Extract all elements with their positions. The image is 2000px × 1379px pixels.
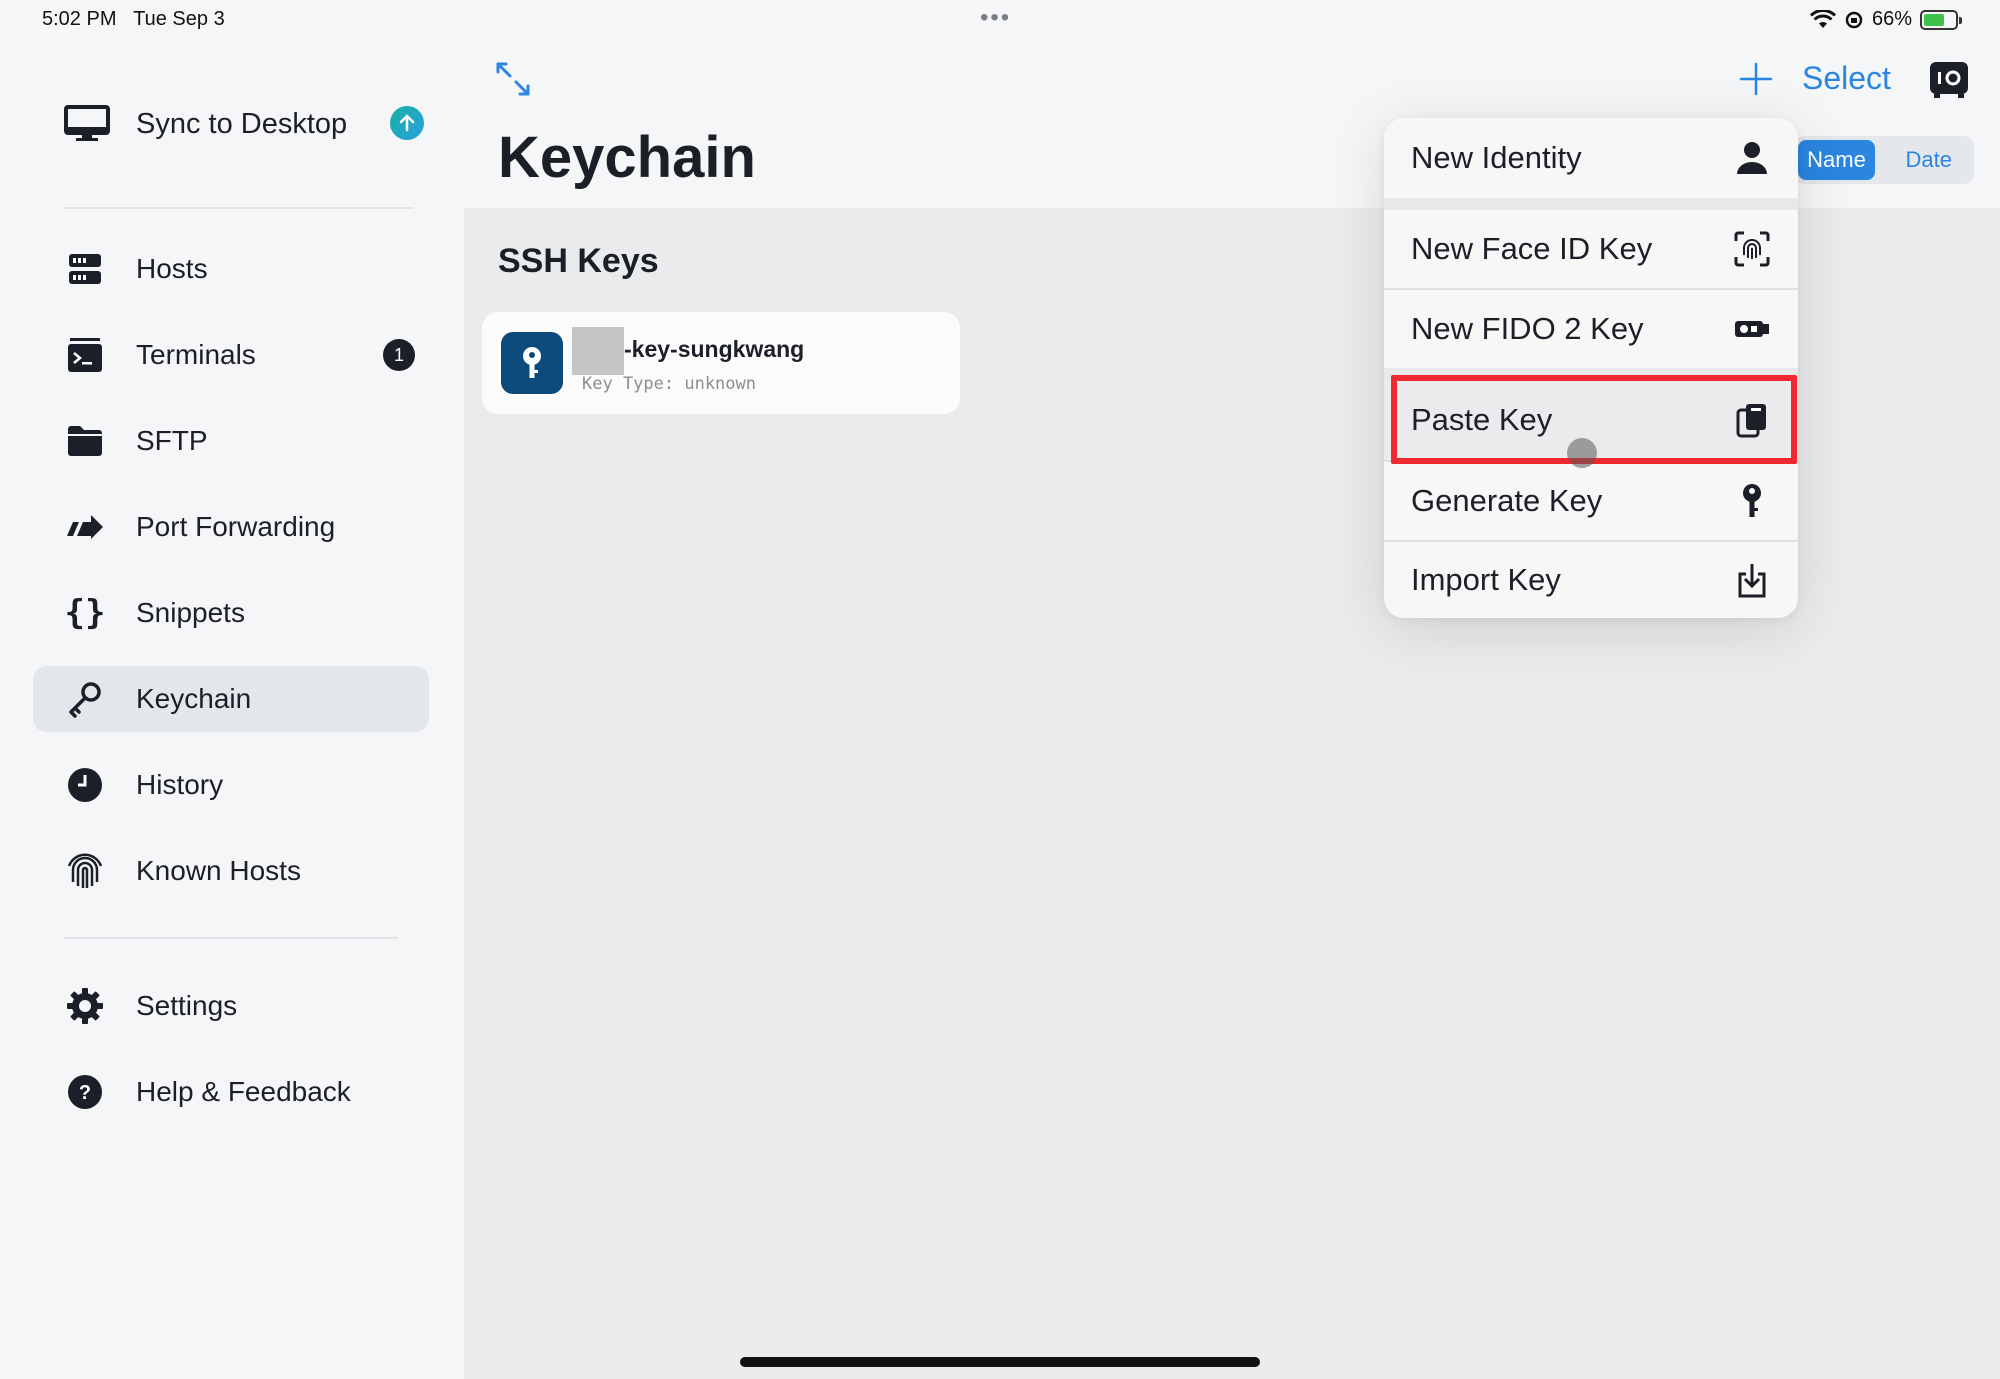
security-key-icon: [1732, 309, 1772, 349]
sidebar-item-label: Snippets: [136, 597, 245, 628]
import-icon: [1732, 560, 1772, 600]
sidebar-item-help-feedback[interactable]: ? Help & Feedback: [33, 1059, 429, 1125]
key-name: -key-sungkwang: [624, 336, 805, 362]
expand-icon[interactable]: [494, 60, 532, 98]
sidebar-item-label: Help & Feedback: [136, 1076, 351, 1107]
sort-segmented-control: Name Date: [1794, 136, 1974, 184]
status-indicators: 66%: [1809, 8, 1962, 31]
sidebar-item-terminals[interactable]: Terminals 1: [33, 322, 429, 388]
touch-indicator: [1567, 438, 1597, 468]
sidebar-item-label: History: [136, 769, 224, 800]
faceid-icon: [1732, 229, 1772, 269]
sidebar-item-keychain[interactable]: Keychain: [33, 666, 429, 732]
sidebar-item-hosts[interactable]: Hosts: [33, 236, 429, 302]
redacted-block: [572, 327, 624, 375]
menu-item-new-identity[interactable]: New Identity: [1384, 118, 1798, 198]
key-icon: [1732, 481, 1772, 521]
vault-icon[interactable]: [1928, 60, 1970, 100]
menu-item-label: Import Key: [1411, 562, 1561, 597]
add-menu: New Identity New Face ID Key New FIDO 2 …: [1384, 118, 1798, 618]
menu-item-label: Generate Key: [1411, 483, 1603, 518]
menu-item-label: New Face ID Key: [1411, 231, 1653, 266]
person-icon: [1732, 138, 1772, 178]
sidebar-item-sftp[interactable]: SFTP: [33, 408, 429, 474]
menu-item-new-fido2-key[interactable]: New FIDO 2 Key: [1384, 290, 1798, 368]
key-type: Key Type: unknown: [582, 374, 756, 394]
section-title: SSH Keys: [498, 242, 659, 280]
menu-item-new-face-id-key[interactable]: New Face ID Key: [1384, 210, 1798, 288]
battery-percent: 66%: [1871, 8, 1912, 30]
sync-to-desktop-row[interactable]: Sync to Desktop: [64, 98, 424, 150]
sidebar-item-label: Keychain: [136, 683, 252, 714]
terminal-icon: [65, 335, 105, 375]
terminals-count-badge: 1: [383, 339, 415, 371]
sidebar-item-label: Terminals: [136, 339, 256, 370]
sync-label: Sync to Desktop: [136, 107, 348, 140]
sidebar: Sync to Desktop Hosts Terminals 1 SFTP P…: [0, 0, 464, 1379]
sidebar-item-label: SFTP: [136, 425, 208, 456]
select-button[interactable]: Select: [1802, 60, 1891, 97]
sidebar-item-settings[interactable]: Settings: [33, 973, 429, 1039]
wifi-icon: [1809, 9, 1836, 28]
server-icon: [65, 249, 105, 289]
sort-name-option[interactable]: Name: [1798, 140, 1875, 180]
braces-icon: {}: [64, 593, 106, 633]
sidebar-item-label: Hosts: [136, 253, 208, 284]
menu-item-import-key[interactable]: Import Key: [1384, 542, 1798, 618]
ssh-key-card[interactable]: -key-sungkwang Key Type: unknown: [482, 312, 960, 414]
battery-icon: [1920, 9, 1962, 30]
help-icon: ?: [65, 1072, 105, 1112]
menu-item-generate-key[interactable]: Generate Key: [1384, 462, 1798, 540]
sort-date-option[interactable]: Date: [1875, 140, 1970, 180]
sidebar-divider: [64, 207, 414, 209]
menu-item-label: New FIDO 2 Key: [1411, 311, 1644, 346]
sidebar-item-label: Port Forwarding: [136, 511, 336, 542]
multitasking-dots[interactable]: •••: [980, 4, 1011, 32]
add-icon[interactable]: [1739, 62, 1773, 96]
page-title: Keychain: [498, 125, 756, 190]
key-icon: [65, 679, 105, 719]
gear-icon: [65, 986, 105, 1026]
home-indicator[interactable]: [740, 1357, 1260, 1367]
orientation-lock-icon: [1845, 11, 1863, 28]
sync-upload-icon: [390, 106, 424, 140]
sidebar-item-snippets[interactable]: {} Snippets: [33, 580, 429, 646]
sidebar-divider: [64, 937, 398, 939]
key-icon: [523, 347, 541, 378]
sidebar-item-known-hosts[interactable]: Known Hosts: [33, 838, 429, 904]
desktop-icon: [64, 105, 110, 141]
status-time: 5:02 PM Tue Sep 3: [42, 8, 225, 30]
clock-icon: [65, 765, 105, 805]
menu-separator: [1384, 198, 1798, 210]
key-avatar: [501, 332, 563, 394]
sidebar-item-label: Settings: [136, 990, 238, 1021]
svg-text:?: ?: [79, 1082, 91, 1104]
fingerprint-icon: [65, 851, 105, 891]
folder-icon: [65, 421, 105, 461]
sidebar-item-port-forwarding[interactable]: Port Forwarding: [33, 494, 429, 560]
sidebar-item-label: Known Hosts: [136, 855, 301, 886]
port-forward-icon: [65, 507, 105, 547]
sidebar-item-history[interactable]: History: [33, 752, 429, 818]
menu-item-label: New Identity: [1411, 140, 1582, 175]
status-bar: 5:02 PM Tue Sep 3 ••• 66%: [0, 0, 2000, 40]
